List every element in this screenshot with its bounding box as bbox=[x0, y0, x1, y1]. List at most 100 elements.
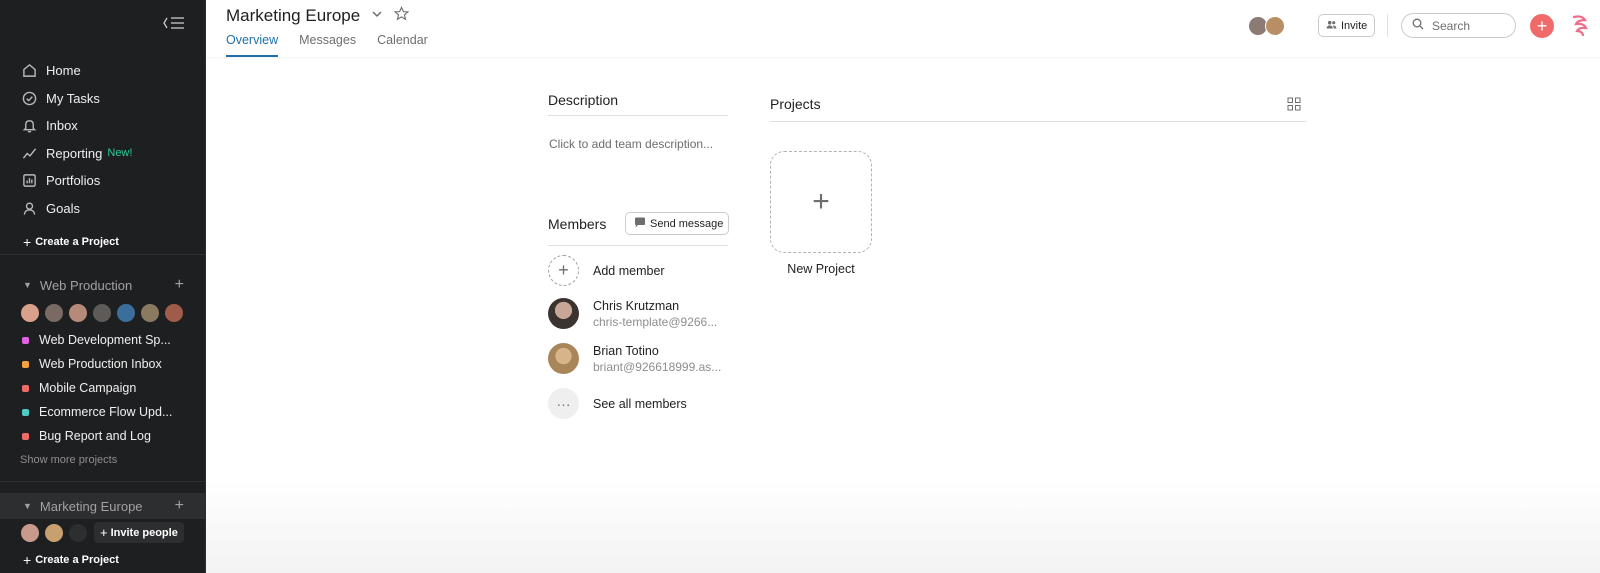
sidebar-item-label: Goals bbox=[46, 200, 80, 216]
tab-messages[interactable]: Messages bbox=[299, 33, 356, 57]
avatar[interactable] bbox=[116, 303, 136, 323]
sidebar-item-label: Home bbox=[46, 63, 81, 79]
sidebar: Home My Tasks Inbox Reporting New! Portf… bbox=[0, 0, 206, 573]
avatar[interactable] bbox=[44, 523, 64, 543]
members-divider bbox=[548, 245, 728, 246]
team-description-field[interactable]: Click to add team description... bbox=[549, 137, 713, 151]
project-item[interactable]: Web Development Sp... bbox=[0, 328, 206, 352]
sidebar-item-reporting[interactable]: Reporting New! bbox=[0, 140, 206, 168]
caret-down-icon: ▼ bbox=[23, 501, 32, 511]
avatar[interactable] bbox=[20, 303, 40, 323]
avatar[interactable] bbox=[20, 523, 40, 543]
projects-divider bbox=[770, 121, 1306, 122]
members-title: Members bbox=[548, 216, 607, 232]
avatar bbox=[548, 343, 579, 374]
project-item[interactable]: Mobile Campaign bbox=[0, 376, 206, 400]
person-icon bbox=[21, 200, 37, 216]
project-color-dot bbox=[22, 336, 29, 344]
team-members-avatars bbox=[20, 303, 188, 323]
member-name: Brian Totino bbox=[593, 343, 659, 358]
team-header-web-production[interactable]: ▼ Web Production + bbox=[0, 272, 206, 298]
project-color-dot bbox=[22, 384, 29, 392]
project-color-dot bbox=[22, 408, 29, 416]
sidebar-item-label: Reporting bbox=[46, 145, 103, 161]
chat-bubble-icon bbox=[634, 217, 646, 231]
member-email: chris-template@9266... bbox=[593, 314, 718, 329]
tab-overview[interactable]: Overview bbox=[226, 33, 279, 57]
sidebar-divider bbox=[0, 481, 206, 482]
bell-icon bbox=[21, 118, 37, 134]
header-divider bbox=[1387, 14, 1388, 37]
sidebar-item-label: My Tasks bbox=[46, 90, 100, 106]
add-member-icon: + bbox=[548, 255, 579, 286]
avatar[interactable] bbox=[92, 303, 112, 323]
page-title: Marketing Europe bbox=[226, 6, 361, 25]
create-project-button[interactable]: + Create a Project bbox=[23, 552, 119, 568]
avatar[interactable] bbox=[1265, 16, 1285, 36]
member-info: Chris Krutzman chris-template@9266... bbox=[593, 299, 717, 329]
quick-add-button[interactable]: + bbox=[1530, 14, 1554, 38]
sidebar-item-portfolios[interactable]: Portfolios bbox=[0, 167, 206, 195]
sidebar-item-home[interactable]: Home bbox=[0, 57, 206, 85]
avatar[interactable] bbox=[44, 303, 64, 323]
people-icon bbox=[1326, 20, 1337, 32]
project-item[interactable]: Ecommerce Flow Upd... bbox=[0, 400, 206, 424]
plus-icon: + bbox=[23, 234, 32, 250]
member-name: Chris Krutzman bbox=[593, 298, 680, 313]
chevron-down-icon[interactable] bbox=[371, 8, 383, 23]
member-email: briant@926618999.as... bbox=[593, 359, 722, 374]
header-member-avatars[interactable] bbox=[1248, 16, 1285, 36]
background-fade bbox=[206, 480, 1600, 573]
create-project-button[interactable]: + Create a Project bbox=[23, 234, 119, 250]
collapse-sidebar-icon[interactable] bbox=[163, 16, 185, 34]
project-color-dot bbox=[22, 360, 29, 368]
avatar[interactable] bbox=[164, 303, 184, 323]
check-circle-icon bbox=[21, 90, 37, 106]
plus-icon: + bbox=[23, 552, 32, 568]
grid-view-icon[interactable] bbox=[1287, 97, 1301, 111]
project-item[interactable]: Bug Report and Log bbox=[0, 424, 206, 448]
sidebar-item-my-tasks[interactable]: My Tasks bbox=[0, 85, 206, 113]
add-member-row[interactable]: + Add member bbox=[548, 255, 665, 286]
avatar-placeholder bbox=[68, 523, 88, 543]
new-project-tile[interactable]: + bbox=[770, 151, 872, 253]
invite-people-button[interactable]: + Invite people bbox=[94, 522, 184, 543]
team-members-avatars bbox=[20, 523, 92, 543]
tab-bar: Overview Messages Calendar bbox=[226, 33, 449, 57]
member-row[interactable]: Brian Totino briant@926618999.as... bbox=[548, 343, 721, 374]
avatar[interactable] bbox=[140, 303, 160, 323]
app-logo-icon[interactable] bbox=[1570, 14, 1590, 38]
avatar[interactable] bbox=[68, 303, 88, 323]
plus-icon: + bbox=[100, 525, 108, 540]
star-icon[interactable] bbox=[393, 6, 410, 25]
member-row[interactable]: Chris Krutzman chris-template@9266... bbox=[548, 298, 717, 329]
see-all-members-row[interactable]: ··· See all members bbox=[548, 388, 687, 419]
sidebar-item-goals[interactable]: Goals bbox=[0, 195, 206, 223]
add-icon[interactable]: + bbox=[175, 276, 184, 294]
invite-button[interactable]: Invite bbox=[1318, 14, 1376, 37]
sidebar-divider bbox=[0, 254, 206, 255]
bar-chart-icon bbox=[21, 173, 37, 189]
member-info: Brian Totino briant@926618999.as... bbox=[593, 344, 721, 374]
avatar bbox=[548, 298, 579, 329]
more-dots-icon: ··· bbox=[548, 388, 579, 419]
sidebar-item-label: Portfolios bbox=[46, 173, 101, 189]
search-placeholder: Search bbox=[1432, 18, 1471, 33]
project-item[interactable]: Web Production Inbox bbox=[0, 352, 206, 376]
top-header: Marketing Europe Overview Messages Calen… bbox=[206, 0, 1600, 57]
new-project-label: New Project bbox=[787, 262, 855, 276]
show-more-projects-link[interactable]: Show more projects bbox=[20, 454, 117, 466]
tab-calendar[interactable]: Calendar bbox=[377, 33, 428, 57]
sidebar-item-inbox[interactable]: Inbox bbox=[0, 112, 206, 140]
plus-icon: + bbox=[1536, 15, 1548, 36]
trend-line-icon bbox=[21, 145, 37, 161]
new-badge: New! bbox=[107, 147, 133, 160]
plus-icon: + bbox=[812, 185, 830, 218]
search-input[interactable]: Search bbox=[1401, 13, 1516, 38]
caret-down-icon: ▼ bbox=[23, 280, 32, 290]
sidebar-item-label: Inbox bbox=[46, 118, 78, 134]
sidebar-nav: Home My Tasks Inbox Reporting New! Portf… bbox=[0, 57, 206, 222]
add-icon[interactable]: + bbox=[175, 497, 184, 515]
team-header-marketing-europe[interactable]: ▼ Marketing Europe + bbox=[0, 493, 206, 519]
send-message-button[interactable]: Send message bbox=[625, 212, 729, 235]
